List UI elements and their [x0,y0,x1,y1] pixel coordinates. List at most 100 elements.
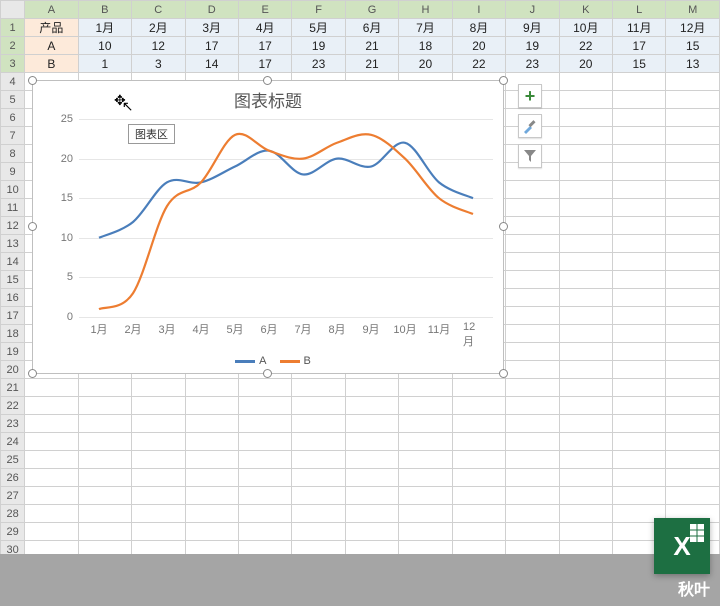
cell[interactable] [292,451,345,469]
row-header[interactable]: 14 [1,253,25,271]
row-header[interactable]: 25 [1,451,25,469]
cell[interactable] [132,379,185,397]
row-header[interactable]: 9 [1,163,25,181]
cell[interactable] [506,235,559,253]
cell[interactable]: 14 [185,55,238,73]
cell[interactable] [666,235,720,253]
cell[interactable] [452,451,505,469]
cell[interactable] [132,433,185,451]
cell[interactable] [185,451,238,469]
cell[interactable] [185,379,238,397]
col-header[interactable]: H [399,1,452,19]
cell[interactable] [452,397,505,415]
cell[interactable]: 10 [78,37,131,55]
cell[interactable] [238,451,291,469]
cell[interactable] [666,307,720,325]
row-header[interactable]: 8 [1,145,25,163]
row-header[interactable]: 26 [1,469,25,487]
row-header[interactable]: 1 [1,19,25,37]
row-header[interactable]: 3 [1,55,25,73]
cell[interactable] [506,379,559,397]
cell[interactable]: 22 [559,37,612,55]
cell[interactable] [613,253,666,271]
cell[interactable] [238,397,291,415]
cell[interactable] [185,487,238,505]
cell[interactable] [613,433,666,451]
cell[interactable] [613,127,666,145]
col-header[interactable]: E [238,1,291,19]
cell[interactable] [132,451,185,469]
cell[interactable] [666,163,720,181]
cell[interactable] [506,217,559,235]
cell[interactable] [132,505,185,523]
cell[interactable]: 3 [132,55,185,73]
chart-object[interactable]: 图表标题 0510152025 1月2月3月4月5月6月7月8月9月10月11月… [32,80,504,374]
cell[interactable] [613,181,666,199]
cell[interactable]: 10月 [559,19,612,37]
cell[interactable] [666,361,720,379]
cell[interactable] [292,415,345,433]
cell[interactable] [345,469,398,487]
cell[interactable]: 2月 [132,19,185,37]
cell[interactable] [559,469,612,487]
cell[interactable] [559,217,612,235]
cell[interactable] [25,505,78,523]
cell[interactable] [666,217,720,235]
cell[interactable]: 1 [78,55,131,73]
cell[interactable] [25,469,78,487]
cell[interactable] [506,469,559,487]
row-header[interactable]: 7 [1,127,25,145]
col-header[interactable]: L [613,1,666,19]
cell[interactable] [292,397,345,415]
cell[interactable] [506,307,559,325]
col-header[interactable]: A [25,1,78,19]
cell[interactable] [559,271,612,289]
series-line[interactable] [99,134,473,309]
cell[interactable] [613,307,666,325]
cell[interactable] [78,469,131,487]
cell[interactable]: 17 [238,37,291,55]
cell[interactable] [559,91,612,109]
cell[interactable] [613,217,666,235]
cell[interactable] [666,451,720,469]
chart-plot-area[interactable] [79,119,493,317]
cell[interactable] [506,505,559,523]
chart-filter-button[interactable] [518,144,542,168]
cell[interactable] [78,505,131,523]
row-header[interactable]: 19 [1,343,25,361]
cell[interactable] [506,181,559,199]
cell[interactable] [559,523,612,541]
row-header[interactable]: 10 [1,181,25,199]
cell[interactable] [452,379,505,397]
cell[interactable] [399,433,452,451]
cell[interactable] [238,523,291,541]
cell[interactable] [78,433,131,451]
row-header[interactable]: 16 [1,289,25,307]
cell[interactable] [666,469,720,487]
col-header[interactable]: M [666,1,720,19]
cell[interactable] [292,379,345,397]
col-header[interactable]: C [132,1,185,19]
chart-add-element-button[interactable]: + [518,84,542,108]
cell[interactable] [613,451,666,469]
cell[interactable] [666,487,720,505]
col-header[interactable]: B [78,1,131,19]
cell[interactable] [506,361,559,379]
cell[interactable] [452,415,505,433]
cell[interactable] [559,73,612,91]
cell[interactable]: 5月 [292,19,345,37]
cell[interactable] [559,181,612,199]
cell[interactable] [399,451,452,469]
cell[interactable] [559,253,612,271]
row-header[interactable]: 5 [1,91,25,109]
cell[interactable]: 17 [185,37,238,55]
cell[interactable] [238,469,291,487]
cell[interactable] [238,487,291,505]
cell[interactable]: 15 [613,55,666,73]
cell[interactable] [666,145,720,163]
cell[interactable] [452,505,505,523]
row-header[interactable]: 22 [1,397,25,415]
cell[interactable] [132,397,185,415]
cell[interactable] [292,523,345,541]
cell[interactable] [452,433,505,451]
